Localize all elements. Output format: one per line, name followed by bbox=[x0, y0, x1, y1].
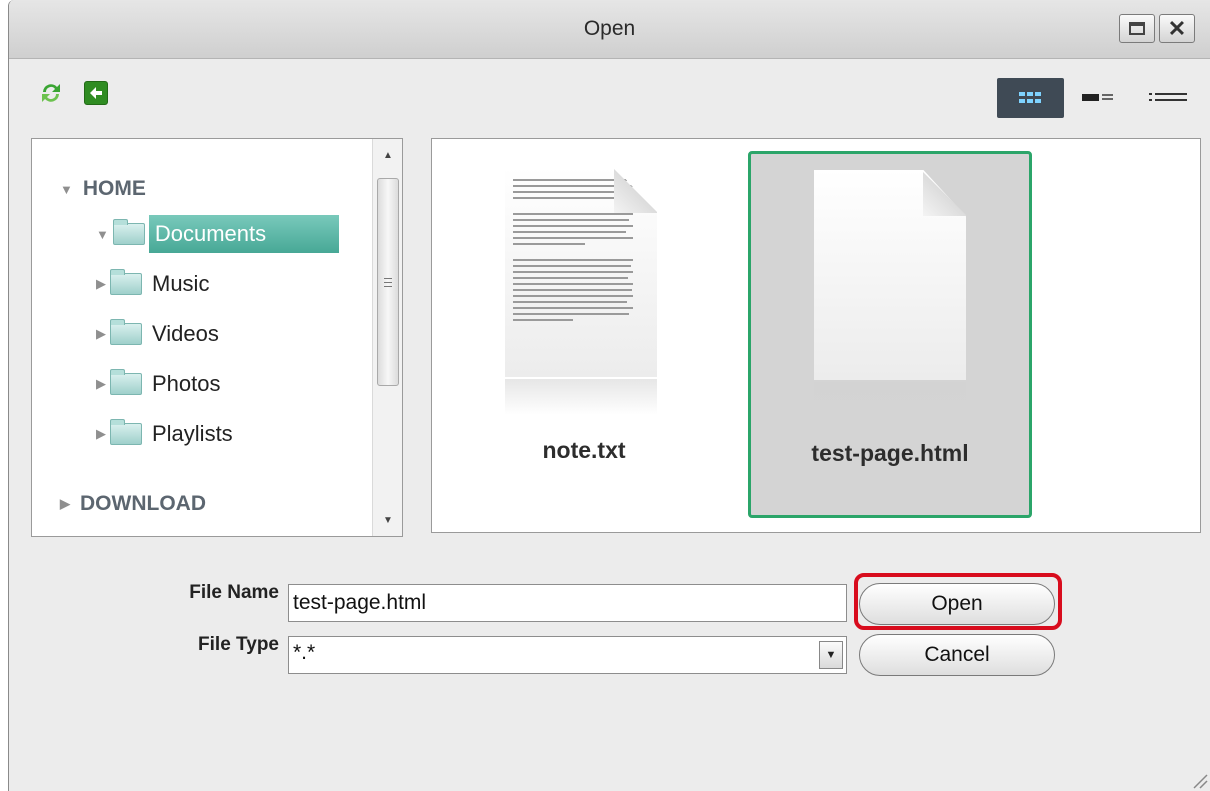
tree-root-label: HOME bbox=[82, 177, 146, 200]
grip-icon bbox=[384, 277, 392, 287]
file-tile-selected[interactable]: test-page.html bbox=[748, 151, 1032, 518]
tree-item-playlists[interactable]: ▶ Playlists bbox=[96, 415, 239, 453]
file-name-input[interactable] bbox=[288, 584, 847, 622]
scroll-down-icon[interactable]: ▼ bbox=[373, 508, 403, 532]
folder-icon bbox=[112, 219, 145, 245]
chevron-down-icon[interactable]: ▼ bbox=[819, 641, 843, 669]
html-file-icon bbox=[814, 170, 966, 418]
collapsed-arrow-icon[interactable]: ▶ bbox=[96, 276, 106, 292]
tree-item-music[interactable]: ▶ Music bbox=[96, 265, 215, 303]
folder-icon bbox=[110, 269, 142, 295]
resize-grip-icon[interactable] bbox=[1192, 773, 1208, 789]
list-view-icon bbox=[1149, 93, 1187, 101]
file-name-label: File Name bbox=[189, 582, 279, 603]
back-button[interactable] bbox=[84, 81, 108, 105]
tree-root-label: DOWNLOAD bbox=[80, 492, 206, 515]
tree-scrollbar[interactable]: ▲ ▼ bbox=[372, 139, 402, 536]
detail-view-button[interactable] bbox=[1074, 78, 1129, 118]
tree-item-videos[interactable]: ▶ Videos bbox=[96, 315, 225, 353]
folder-icon bbox=[110, 319, 142, 345]
title-bar[interactable]: Open ✕ bbox=[9, 0, 1210, 59]
folder-icon bbox=[110, 419, 142, 445]
expanded-arrow-icon[interactable]: ▼ bbox=[60, 182, 73, 197]
file-type-value: *.* bbox=[293, 641, 316, 664]
tree-item-label: Music bbox=[152, 271, 210, 296]
grid-view-button[interactable] bbox=[997, 78, 1064, 118]
close-icon: ✕ bbox=[1167, 15, 1187, 41]
scroll-up-icon[interactable]: ▲ bbox=[373, 143, 403, 167]
tree-item-documents[interactable]: ▼ Documents bbox=[96, 215, 339, 253]
file-type-label: File Type bbox=[198, 634, 279, 655]
file-name: test-page.html bbox=[811, 440, 969, 466]
file-tile[interactable]: note.txt bbox=[442, 151, 726, 518]
collapsed-arrow-icon[interactable]: ▶ bbox=[96, 376, 106, 392]
detail-view-icon bbox=[1082, 94, 1113, 101]
folder-tree: ▼ HOME ▼ Documents ▶ Music ▶ Videos ▶ Ph… bbox=[31, 138, 403, 537]
tree-item-label: Videos bbox=[152, 321, 219, 346]
maximize-icon bbox=[1129, 22, 1145, 35]
grid-view-icon bbox=[1019, 92, 1041, 103]
list-view-button[interactable] bbox=[1141, 78, 1201, 118]
tree-item-label: Documents bbox=[148, 215, 339, 253]
collapsed-arrow-icon[interactable]: ▶ bbox=[96, 326, 106, 342]
back-icon bbox=[90, 87, 102, 99]
file-view: note.txt test-page.html bbox=[431, 138, 1201, 533]
text-file-icon bbox=[505, 167, 657, 415]
open-button[interactable]: Open bbox=[859, 583, 1055, 625]
cancel-button[interactable]: Cancel bbox=[859, 634, 1055, 676]
scroll-thumb[interactable] bbox=[377, 178, 399, 386]
expanded-arrow-icon[interactable]: ▼ bbox=[96, 227, 109, 242]
tree-item-label: Photos bbox=[152, 371, 221, 396]
close-button[interactable]: ✕ bbox=[1159, 14, 1195, 43]
refresh-icon[interactable] bbox=[39, 81, 63, 105]
tree-root-download[interactable]: ▶ DOWNLOAD bbox=[60, 492, 206, 516]
maximize-button[interactable] bbox=[1119, 14, 1155, 43]
file-name: note.txt bbox=[542, 437, 626, 463]
open-dialog: Open ✕ ▼ HOME ▼ Documents ▶ Music ▶ Vide… bbox=[8, 0, 1210, 791]
tree-item-label: Playlists bbox=[152, 421, 233, 446]
folder-icon bbox=[110, 369, 142, 395]
dialog-title: Open bbox=[583, 17, 636, 40]
collapsed-arrow-icon[interactable]: ▶ bbox=[60, 496, 70, 512]
tree-item-photos[interactable]: ▶ Photos bbox=[96, 365, 227, 403]
tree-root-home[interactable]: ▼ HOME bbox=[60, 177, 146, 201]
collapsed-arrow-icon[interactable]: ▶ bbox=[96, 426, 106, 442]
file-type-select[interactable]: *.* ▼ bbox=[288, 636, 847, 674]
